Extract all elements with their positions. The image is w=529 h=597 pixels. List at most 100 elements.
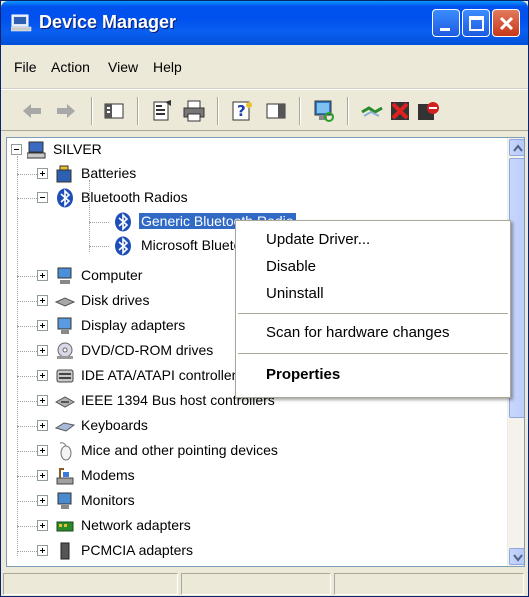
- expand-expander[interactable]: [37, 168, 48, 179]
- maximize-button[interactable]: [462, 9, 490, 37]
- tree-root-label: SILVER: [53, 141, 102, 157]
- svg-text:?: ?: [237, 102, 246, 120]
- tree-item-mice[interactable]: Mice and other pointing devices: [7, 439, 507, 463]
- tree-item-label: Disk drives: [81, 292, 150, 308]
- tree-item-monitors[interactable]: Monitors: [7, 489, 507, 513]
- forward-arrow-icon[interactable]: [53, 98, 79, 124]
- toolbar-separator: [137, 97, 139, 125]
- disk-drive-icon: [55, 297, 75, 307]
- tree-item-batteries[interactable]: Batteries: [7, 162, 507, 186]
- tree-item-label: Computer: [81, 267, 143, 283]
- battery-icon: [56, 165, 72, 183]
- tree-item-modems[interactable]: Modems: [7, 464, 507, 488]
- tree-item-label: Bluetooth Radios: [81, 189, 188, 205]
- scroll-down-button[interactable]: [509, 548, 524, 565]
- tree-connector: [89, 246, 109, 247]
- status-pane: [334, 573, 524, 595]
- update-driver-icon[interactable]: [359, 98, 385, 124]
- expand-expander[interactable]: [37, 320, 48, 331]
- device-manager-window: Device Manager File Action View Help ? S…: [0, 0, 529, 597]
- expand-expander[interactable]: [37, 395, 48, 406]
- tree-item-label: IDE ATA/ATAPI controllers: [81, 367, 244, 383]
- help-icon[interactable]: ?: [229, 98, 255, 124]
- keyboard-icon: [55, 422, 75, 432]
- print-icon[interactable]: [181, 98, 207, 124]
- tree-item-label: Network adapters: [81, 517, 191, 533]
- menu-view[interactable]: View: [108, 59, 138, 75]
- scroll-up-button[interactable]: [509, 139, 524, 156]
- close-icon: [499, 16, 514, 31]
- show-hide-console-tree-icon[interactable]: [101, 98, 127, 124]
- tree-item-label: Monitors: [81, 492, 135, 508]
- computer-icon: [57, 267, 72, 284]
- tree-item-keyboards[interactable]: Keyboards: [7, 414, 507, 438]
- network-adapter-icon: [56, 521, 74, 532]
- tree-item-pcmcia-adapters[interactable]: PCMCIA adapters: [7, 539, 507, 563]
- toolbar-separator: [299, 97, 301, 125]
- menu-action[interactable]: Action: [51, 59, 90, 75]
- tree-root[interactable]: SILVER: [7, 138, 507, 162]
- expand-expander[interactable]: [37, 545, 48, 556]
- menu-item-properties[interactable]: Properties: [266, 366, 340, 383]
- maximize-icon: [469, 16, 484, 31]
- context-menu: Update Driver... Disable Uninstall Scan …: [235, 220, 511, 398]
- status-pane: [3, 573, 178, 595]
- minimize-button[interactable]: [432, 9, 460, 37]
- scan-hardware-icon[interactable]: [311, 98, 337, 124]
- properties-icon[interactable]: [149, 98, 175, 124]
- menu-bar: File Action View Help: [1, 45, 528, 89]
- computer-icon: [11, 14, 32, 32]
- status-bar: [1, 570, 528, 596]
- toolbar-separator: [347, 97, 349, 125]
- collapse-expander[interactable]: [37, 192, 48, 203]
- show-hide-action-pane-icon[interactable]: [263, 98, 289, 124]
- uninstall-icon[interactable]: [387, 98, 413, 124]
- tree-item-label: Modems: [81, 467, 135, 483]
- expand-expander[interactable]: [37, 420, 48, 431]
- bluetooth-icon: [57, 188, 73, 208]
- expand-expander[interactable]: [37, 270, 48, 281]
- tree-item-label: DVD/CD-ROM drives: [81, 342, 214, 358]
- tree-connector: [89, 222, 109, 223]
- toolbar: ?: [1, 89, 528, 131]
- monitor-icon: [57, 492, 72, 509]
- expand-expander[interactable]: [37, 470, 48, 481]
- menu-file[interactable]: File: [14, 59, 37, 75]
- computer-icon: [27, 141, 46, 159]
- menu-item-disable[interactable]: Disable: [266, 258, 316, 275]
- expand-expander[interactable]: [37, 370, 48, 381]
- expand-expander[interactable]: [37, 445, 48, 456]
- minimize-icon: [440, 28, 450, 31]
- expand-expander[interactable]: [37, 295, 48, 306]
- chevron-up-icon: [513, 144, 523, 152]
- tree-item-label: Batteries: [81, 165, 137, 181]
- window-title: Device Manager: [39, 12, 177, 32]
- tree-item-bluetooth-radios[interactable]: Bluetooth Radios: [7, 186, 507, 210]
- expand-expander[interactable]: [37, 495, 48, 506]
- disable-icon[interactable]: [415, 98, 441, 124]
- toolbar-separator: [91, 97, 93, 125]
- title-bar[interactable]: Device Manager: [1, 1, 528, 45]
- expand-expander[interactable]: [37, 520, 48, 531]
- menu-item-update-driver[interactable]: Update Driver...: [266, 231, 370, 248]
- modem-icon: [56, 468, 74, 485]
- tree-item-network-adapters[interactable]: Network adapters: [7, 514, 507, 538]
- collapse-expander[interactable]: [11, 144, 22, 155]
- back-arrow-icon[interactable]: [19, 98, 45, 124]
- menu-item-scan-hardware[interactable]: Scan for hardware changes: [266, 324, 449, 341]
- display-adapter-icon: [57, 317, 72, 334]
- menu-item-uninstall[interactable]: Uninstall: [266, 285, 324, 302]
- expand-expander[interactable]: [37, 345, 48, 356]
- bluetooth-icon: [115, 212, 131, 232]
- tree-item-label: Mice and other pointing devices: [81, 442, 278, 458]
- menu-separator: [238, 313, 508, 314]
- close-button[interactable]: [492, 9, 520, 37]
- tree-item-label: PCMCIA adapters: [81, 542, 194, 558]
- scroll-thumb[interactable]: [509, 158, 524, 418]
- pcmcia-icon: [60, 542, 70, 560]
- status-pane: [181, 573, 331, 595]
- bluetooth-icon: [115, 236, 131, 256]
- menu-separator: [238, 353, 508, 354]
- menu-help[interactable]: Help: [153, 59, 182, 75]
- tree-item-label: Keyboards: [81, 417, 148, 433]
